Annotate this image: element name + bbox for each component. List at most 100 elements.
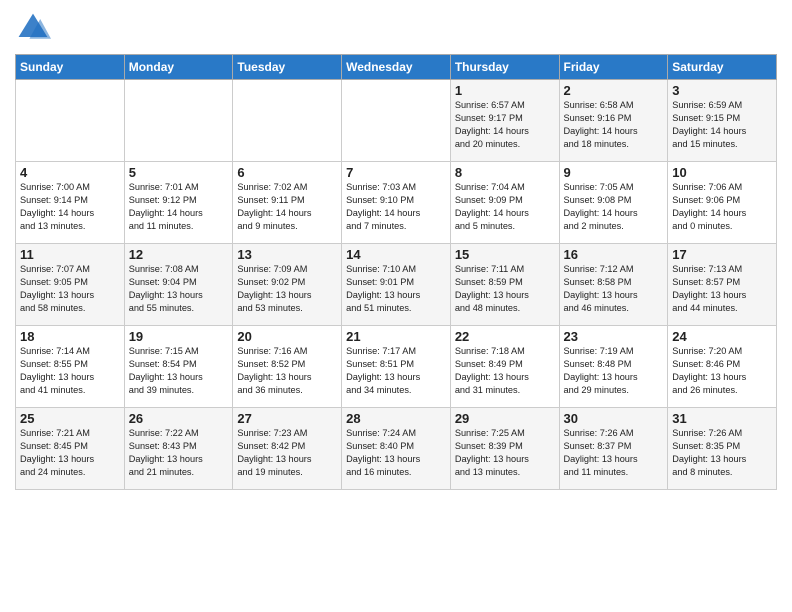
day-cell [16, 80, 125, 162]
day-cell: 25Sunrise: 7:21 AM Sunset: 8:45 PM Dayli… [16, 408, 125, 490]
day-cell: 28Sunrise: 7:24 AM Sunset: 8:40 PM Dayli… [342, 408, 451, 490]
day-number: 20 [237, 329, 337, 344]
day-info: Sunrise: 7:11 AM Sunset: 8:59 PM Dayligh… [455, 263, 555, 315]
col-header-sunday: Sunday [16, 55, 125, 80]
col-header-wednesday: Wednesday [342, 55, 451, 80]
col-header-monday: Monday [124, 55, 233, 80]
day-info: Sunrise: 7:23 AM Sunset: 8:42 PM Dayligh… [237, 427, 337, 479]
logo-icon [15, 10, 51, 46]
day-number: 4 [20, 165, 120, 180]
week-row-2: 4Sunrise: 7:00 AM Sunset: 9:14 PM Daylig… [16, 162, 777, 244]
day-number: 18 [20, 329, 120, 344]
day-info: Sunrise: 7:22 AM Sunset: 8:43 PM Dayligh… [129, 427, 229, 479]
day-cell: 30Sunrise: 7:26 AM Sunset: 8:37 PM Dayli… [559, 408, 668, 490]
day-number: 10 [672, 165, 772, 180]
day-cell: 1Sunrise: 6:57 AM Sunset: 9:17 PM Daylig… [450, 80, 559, 162]
main-container: SundayMondayTuesdayWednesdayThursdayFrid… [0, 0, 792, 500]
day-cell: 9Sunrise: 7:05 AM Sunset: 9:08 PM Daylig… [559, 162, 668, 244]
day-info: Sunrise: 7:12 AM Sunset: 8:58 PM Dayligh… [564, 263, 664, 315]
day-number: 21 [346, 329, 446, 344]
day-info: Sunrise: 7:03 AM Sunset: 9:10 PM Dayligh… [346, 181, 446, 233]
day-info: Sunrise: 7:15 AM Sunset: 8:54 PM Dayligh… [129, 345, 229, 397]
day-number: 28 [346, 411, 446, 426]
day-info: Sunrise: 7:14 AM Sunset: 8:55 PM Dayligh… [20, 345, 120, 397]
day-number: 5 [129, 165, 229, 180]
week-row-3: 11Sunrise: 7:07 AM Sunset: 9:05 PM Dayli… [16, 244, 777, 326]
day-number: 27 [237, 411, 337, 426]
day-number: 1 [455, 83, 555, 98]
day-info: Sunrise: 6:57 AM Sunset: 9:17 PM Dayligh… [455, 99, 555, 151]
day-number: 19 [129, 329, 229, 344]
day-number: 17 [672, 247, 772, 262]
day-cell: 3Sunrise: 6:59 AM Sunset: 9:15 PM Daylig… [668, 80, 777, 162]
day-info: Sunrise: 7:04 AM Sunset: 9:09 PM Dayligh… [455, 181, 555, 233]
day-cell: 22Sunrise: 7:18 AM Sunset: 8:49 PM Dayli… [450, 326, 559, 408]
day-number: 13 [237, 247, 337, 262]
day-cell: 13Sunrise: 7:09 AM Sunset: 9:02 PM Dayli… [233, 244, 342, 326]
day-info: Sunrise: 7:10 AM Sunset: 9:01 PM Dayligh… [346, 263, 446, 315]
day-number: 9 [564, 165, 664, 180]
week-row-1: 1Sunrise: 6:57 AM Sunset: 9:17 PM Daylig… [16, 80, 777, 162]
day-info: Sunrise: 7:26 AM Sunset: 8:37 PM Dayligh… [564, 427, 664, 479]
calendar-table: SundayMondayTuesdayWednesdayThursdayFrid… [15, 54, 777, 490]
day-cell: 29Sunrise: 7:25 AM Sunset: 8:39 PM Dayli… [450, 408, 559, 490]
day-cell: 14Sunrise: 7:10 AM Sunset: 9:01 PM Dayli… [342, 244, 451, 326]
day-cell: 15Sunrise: 7:11 AM Sunset: 8:59 PM Dayli… [450, 244, 559, 326]
day-info: Sunrise: 7:07 AM Sunset: 9:05 PM Dayligh… [20, 263, 120, 315]
col-header-friday: Friday [559, 55, 668, 80]
day-number: 23 [564, 329, 664, 344]
day-info: Sunrise: 7:09 AM Sunset: 9:02 PM Dayligh… [237, 263, 337, 315]
day-info: Sunrise: 7:17 AM Sunset: 8:51 PM Dayligh… [346, 345, 446, 397]
day-cell [124, 80, 233, 162]
day-info: Sunrise: 7:26 AM Sunset: 8:35 PM Dayligh… [672, 427, 772, 479]
day-number: 26 [129, 411, 229, 426]
day-number: 24 [672, 329, 772, 344]
day-info: Sunrise: 7:18 AM Sunset: 8:49 PM Dayligh… [455, 345, 555, 397]
day-info: Sunrise: 6:58 AM Sunset: 9:16 PM Dayligh… [564, 99, 664, 151]
day-number: 30 [564, 411, 664, 426]
day-info: Sunrise: 7:19 AM Sunset: 8:48 PM Dayligh… [564, 345, 664, 397]
day-cell: 8Sunrise: 7:04 AM Sunset: 9:09 PM Daylig… [450, 162, 559, 244]
day-number: 6 [237, 165, 337, 180]
day-number: 8 [455, 165, 555, 180]
day-cell: 31Sunrise: 7:26 AM Sunset: 8:35 PM Dayli… [668, 408, 777, 490]
day-number: 12 [129, 247, 229, 262]
day-info: Sunrise: 7:24 AM Sunset: 8:40 PM Dayligh… [346, 427, 446, 479]
day-info: Sunrise: 6:59 AM Sunset: 9:15 PM Dayligh… [672, 99, 772, 151]
week-row-4: 18Sunrise: 7:14 AM Sunset: 8:55 PM Dayli… [16, 326, 777, 408]
day-info: Sunrise: 7:05 AM Sunset: 9:08 PM Dayligh… [564, 181, 664, 233]
day-number: 31 [672, 411, 772, 426]
header-row: SundayMondayTuesdayWednesdayThursdayFrid… [16, 55, 777, 80]
col-header-thursday: Thursday [450, 55, 559, 80]
day-cell [342, 80, 451, 162]
header [15, 10, 777, 46]
day-cell [233, 80, 342, 162]
day-cell: 4Sunrise: 7:00 AM Sunset: 9:14 PM Daylig… [16, 162, 125, 244]
day-cell: 21Sunrise: 7:17 AM Sunset: 8:51 PM Dayli… [342, 326, 451, 408]
day-info: Sunrise: 7:08 AM Sunset: 9:04 PM Dayligh… [129, 263, 229, 315]
day-cell: 23Sunrise: 7:19 AM Sunset: 8:48 PM Dayli… [559, 326, 668, 408]
day-number: 7 [346, 165, 446, 180]
day-cell: 2Sunrise: 6:58 AM Sunset: 9:16 PM Daylig… [559, 80, 668, 162]
day-cell: 20Sunrise: 7:16 AM Sunset: 8:52 PM Dayli… [233, 326, 342, 408]
day-cell: 12Sunrise: 7:08 AM Sunset: 9:04 PM Dayli… [124, 244, 233, 326]
day-info: Sunrise: 7:25 AM Sunset: 8:39 PM Dayligh… [455, 427, 555, 479]
col-header-tuesday: Tuesday [233, 55, 342, 80]
day-cell: 5Sunrise: 7:01 AM Sunset: 9:12 PM Daylig… [124, 162, 233, 244]
day-number: 3 [672, 83, 772, 98]
day-info: Sunrise: 7:13 AM Sunset: 8:57 PM Dayligh… [672, 263, 772, 315]
day-cell: 7Sunrise: 7:03 AM Sunset: 9:10 PM Daylig… [342, 162, 451, 244]
day-cell: 18Sunrise: 7:14 AM Sunset: 8:55 PM Dayli… [16, 326, 125, 408]
day-cell: 16Sunrise: 7:12 AM Sunset: 8:58 PM Dayli… [559, 244, 668, 326]
day-number: 2 [564, 83, 664, 98]
day-cell: 24Sunrise: 7:20 AM Sunset: 8:46 PM Dayli… [668, 326, 777, 408]
col-header-saturday: Saturday [668, 55, 777, 80]
day-info: Sunrise: 7:02 AM Sunset: 9:11 PM Dayligh… [237, 181, 337, 233]
week-row-5: 25Sunrise: 7:21 AM Sunset: 8:45 PM Dayli… [16, 408, 777, 490]
day-cell: 11Sunrise: 7:07 AM Sunset: 9:05 PM Dayli… [16, 244, 125, 326]
day-number: 15 [455, 247, 555, 262]
day-cell: 26Sunrise: 7:22 AM Sunset: 8:43 PM Dayli… [124, 408, 233, 490]
day-number: 16 [564, 247, 664, 262]
day-number: 11 [20, 247, 120, 262]
day-info: Sunrise: 7:21 AM Sunset: 8:45 PM Dayligh… [20, 427, 120, 479]
